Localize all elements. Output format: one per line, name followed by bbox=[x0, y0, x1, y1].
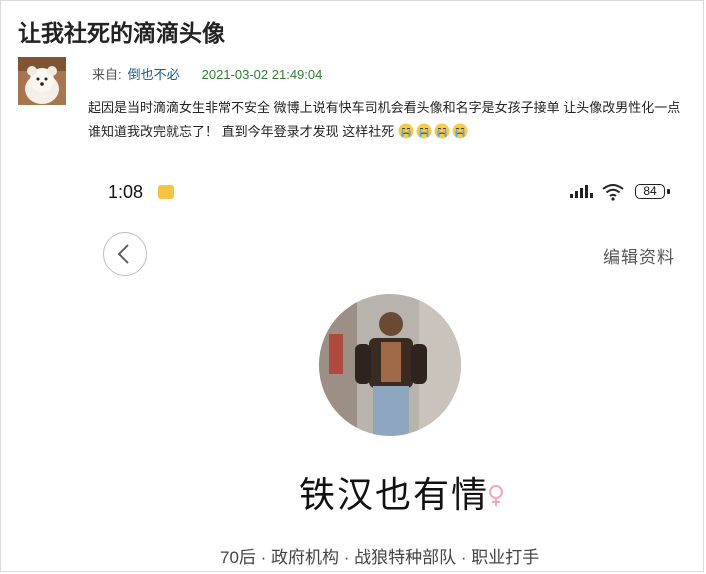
notification-badge-icon bbox=[158, 185, 174, 199]
chevron-left-icon bbox=[117, 244, 129, 264]
edit-profile-button[interactable]: 编辑资料 bbox=[603, 243, 675, 268]
battery-tip bbox=[667, 189, 670, 194]
user-avatar[interactable] bbox=[18, 57, 66, 105]
post-body: 起因是当时滴滴女生非常不安全 微博上说有快车司机会看头像和名字是女孩子接单 让头… bbox=[88, 96, 688, 144]
post-meta: 来自: 倒也不必 2021-03-02 21:49:04 bbox=[92, 64, 322, 83]
post-title: 让我社死的滴滴头像 bbox=[18, 20, 225, 46]
crying-face-icon bbox=[434, 123, 450, 139]
from-label: 来自: bbox=[92, 67, 122, 82]
crying-face-icon bbox=[416, 123, 432, 139]
author-link[interactable]: 倒也不必 bbox=[128, 67, 180, 82]
crying-face-icon bbox=[452, 123, 468, 139]
status-bar-time: 1:08 bbox=[108, 182, 144, 202]
female-symbol-icon bbox=[489, 485, 503, 506]
back-button[interactable] bbox=[103, 232, 147, 276]
profile-nickname: 铁汉也有情 bbox=[299, 474, 490, 515]
crying-face-icon bbox=[398, 123, 414, 139]
emoji-row bbox=[394, 123, 470, 139]
post-timestamp: 2021-03-02 21:49:04 bbox=[201, 67, 323, 82]
wifi-icon bbox=[602, 184, 624, 201]
battery-indicator: 84 bbox=[635, 184, 665, 199]
profile-bio: 70后 · 政府机构 · 战狼特种部队 · 职业打手 bbox=[220, 548, 540, 567]
signal-icon bbox=[570, 185, 593, 198]
post-text: 起因是当时滴滴女生非常不安全 微博上说有快车司机会看头像和名字是女孩子接单 让头… bbox=[88, 100, 681, 139]
profile-photo[interactable] bbox=[319, 294, 461, 436]
